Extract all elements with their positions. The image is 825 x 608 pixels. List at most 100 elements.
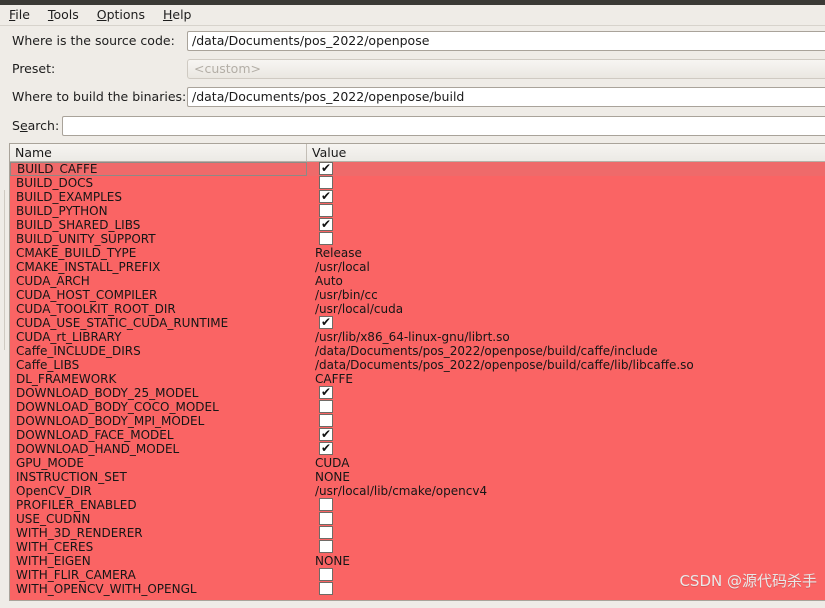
cell-variable-name: CUDA_TOOLKIT_ROOT_DIR xyxy=(16,302,176,316)
table-row[interactable]: CUDA_ARCH Auto xyxy=(10,274,825,288)
checkbox-unchecked-icon[interactable] xyxy=(319,512,333,525)
column-header-value[interactable]: Value xyxy=(307,144,825,161)
checkbox-unchecked-icon[interactable] xyxy=(319,498,333,511)
cache-variables-table[interactable]: Name Value BUILD_CAFFE ✔ BUILD_DOCS BUILD_E… xyxy=(9,143,825,601)
checkbox-unchecked-icon[interactable] xyxy=(319,232,333,245)
check-icon: ✔ xyxy=(321,161,332,175)
cell-variable-value[interactable]: /usr/local xyxy=(315,260,825,274)
table-row[interactable]: DOWNLOAD_BODY_COCO_MODEL xyxy=(10,400,825,414)
menu-label-file: ile xyxy=(15,7,30,22)
preset-row: Preset: <custom> xyxy=(0,57,825,81)
checkbox-checked-icon[interactable]: ✔ xyxy=(319,161,333,175)
search-label-pre: S xyxy=(12,118,20,133)
table-row[interactable]: WITH_CERES xyxy=(10,540,825,554)
cell-variable-value[interactable]: NONE xyxy=(315,554,825,568)
bottom-strip xyxy=(0,601,825,608)
table-row[interactable]: BUILD_CAFFE ✔ xyxy=(10,161,825,176)
table-row[interactable]: DOWNLOAD_FACE_MODEL ✔ xyxy=(10,427,825,442)
cell-variable-value[interactable]: /usr/local/cuda xyxy=(315,302,825,316)
cell-variable-name: DOWNLOAD_FACE_MODEL xyxy=(16,428,174,442)
menu-item-options[interactable]: Options xyxy=(97,5,154,25)
cell-variable-value[interactable]: Auto xyxy=(315,274,825,288)
checkbox-unchecked-icon[interactable] xyxy=(319,540,333,553)
cell-variable-value[interactable]: /data/Documents/pos_2022/openpose/build/… xyxy=(315,358,825,372)
checkbox-unchecked-icon[interactable] xyxy=(319,414,333,427)
menu-item-tools[interactable]: Tools xyxy=(48,5,88,25)
cell-variable-value[interactable]: /data/Documents/pos_2022/openpose/build/… xyxy=(315,344,825,358)
search-label: Search: xyxy=(0,116,59,136)
table-row[interactable]: CMAKE_INSTALL_PREFIX/usr/local xyxy=(10,260,825,274)
menu-item-help[interactable]: Help xyxy=(163,5,201,25)
checkbox-unchecked-icon[interactable] xyxy=(319,400,333,413)
checkbox-unchecked-icon[interactable] xyxy=(319,568,333,581)
cell-variable-value[interactable]: CUDA xyxy=(315,456,825,470)
checkbox-checked-icon[interactable]: ✔ xyxy=(319,189,333,203)
table-row[interactable]: GPU_MODE CUDA xyxy=(10,456,825,470)
cell-variable-name: PROFILER_ENABLED xyxy=(16,498,137,512)
table-row[interactable]: INSTRUCTION_SET NONE xyxy=(10,470,825,484)
column-header-name[interactable]: Name xyxy=(10,144,307,161)
menu-accel-help: H xyxy=(162,7,173,22)
checkbox-checked-icon[interactable]: ✔ xyxy=(319,217,333,231)
cell-variable-value[interactable]: CAFFE xyxy=(315,372,825,386)
table-row[interactable]: CUDA_TOOLKIT_ROOT_DIR/usr/local/cuda xyxy=(10,302,825,316)
gutter-divider xyxy=(4,190,5,350)
table-header: Name Value xyxy=(10,144,825,162)
checkbox-checked-icon[interactable]: ✔ xyxy=(319,427,333,441)
table-row[interactable]: USE_CUDNN xyxy=(10,512,825,526)
cell-variable-name: CUDA_HOST_COMPILER xyxy=(16,288,158,302)
table-row[interactable]: BUILD_DOCS xyxy=(10,176,825,190)
table-row[interactable]: DOWNLOAD_BODY_MPI_MODEL xyxy=(10,414,825,428)
cell-variable-name: Caffe_INCLUDE_DIRS xyxy=(16,344,141,358)
checkbox-checked-icon[interactable]: ✔ xyxy=(319,315,333,329)
checkbox-unchecked-icon[interactable] xyxy=(319,204,333,217)
menu-item-file[interactable]: File xyxy=(9,5,39,25)
table-row[interactable]: Caffe_INCLUDE_DIRS/data/Documents/pos_20… xyxy=(10,344,825,358)
source-label: Where is the source code: xyxy=(12,33,175,48)
table-row[interactable]: WITH_EIGEN NONE xyxy=(10,554,825,568)
table-row[interactable]: PROFILER_ENABLED xyxy=(10,498,825,512)
cell-variable-name: INSTRUCTION_SET xyxy=(16,470,127,484)
cell-variable-name: GPU_MODE xyxy=(16,456,84,470)
cell-variable-value[interactable]: NONE xyxy=(315,470,825,484)
table-row[interactable]: BUILD_UNITY_SUPPORT xyxy=(10,232,825,246)
cell-variable-name: CMAKE_BUILD_TYPE xyxy=(16,246,137,260)
search-accel: e xyxy=(19,118,28,133)
table-row[interactable]: CUDA_rt_LIBRARY/usr/lib/x86_64-linux-gnu… xyxy=(10,330,825,344)
checkbox-unchecked-icon[interactable] xyxy=(319,526,333,539)
table-row[interactable]: OpenCV_DIR/usr/local/lib/cmake/opencv4 xyxy=(10,484,825,498)
search-input[interactable] xyxy=(62,116,825,136)
table-row[interactable]: WITH_FLIR_CAMERA xyxy=(10,568,825,582)
cell-variable-value[interactable]: /usr/lib/x86_64-linux-gnu/librt.so xyxy=(315,330,825,344)
cell-variable-name: DL_FRAMEWORK xyxy=(16,372,117,386)
table-row[interactable]: BUILD_PYTHON xyxy=(10,204,825,218)
source-path-input[interactable]: /data/Documents/pos_2022/openpose xyxy=(187,31,825,51)
table-row[interactable]: DOWNLOAD_HAND_MODEL ✔ xyxy=(10,441,825,456)
search-label-post: arch: xyxy=(27,118,60,133)
checkbox-checked-icon[interactable]: ✔ xyxy=(319,441,333,455)
table-row[interactable]: WITH_OPENCV_WITH_OPENGL xyxy=(10,582,825,596)
check-icon: ✔ xyxy=(321,315,332,329)
table-row[interactable]: BUILD_EXAMPLES ✔ xyxy=(10,189,825,204)
checkbox-unchecked-icon[interactable] xyxy=(319,176,333,189)
table-row[interactable]: DOWNLOAD_BODY_25_MODEL ✔ xyxy=(10,385,825,400)
check-icon: ✔ xyxy=(321,217,332,231)
preset-select[interactable]: <custom> xyxy=(187,59,825,79)
table-row[interactable]: WITH_3D_RENDERER xyxy=(10,526,825,540)
cell-variable-value[interactable]: Release xyxy=(315,246,825,260)
cell-variable-value[interactable]: /usr/bin/cc xyxy=(315,288,825,302)
build-path-input[interactable]: /data/Documents/pos_2022/openpose/build xyxy=(187,87,825,107)
table-row[interactable]: CMAKE_BUILD_TYPE Release xyxy=(10,246,825,260)
table-row[interactable]: DL_FRAMEWORK CAFFE xyxy=(10,372,825,386)
checkbox-checked-icon[interactable]: ✔ xyxy=(319,385,333,399)
path-form: Where is the source code: /data/Document… xyxy=(0,26,825,141)
cell-variable-name: WITH_CERES xyxy=(16,540,94,554)
checkbox-unchecked-icon[interactable] xyxy=(319,582,333,595)
build-label: Where to build the binaries: xyxy=(12,89,187,104)
cell-variable-value[interactable]: /usr/local/lib/cmake/opencv4 xyxy=(315,484,825,498)
table-row[interactable]: Caffe_LIBS/data/Documents/pos_2022/openp… xyxy=(10,358,825,372)
table-row[interactable]: CUDA_HOST_COMPILER/usr/bin/cc xyxy=(10,288,825,302)
table-row[interactable]: BUILD_SHARED_LIBS ✔ xyxy=(10,217,825,232)
table-row[interactable]: CUDA_USE_STATIC_CUDA_RUNTIME ✔ xyxy=(10,315,825,330)
cell-variable-name: CMAKE_INSTALL_PREFIX xyxy=(16,260,161,274)
